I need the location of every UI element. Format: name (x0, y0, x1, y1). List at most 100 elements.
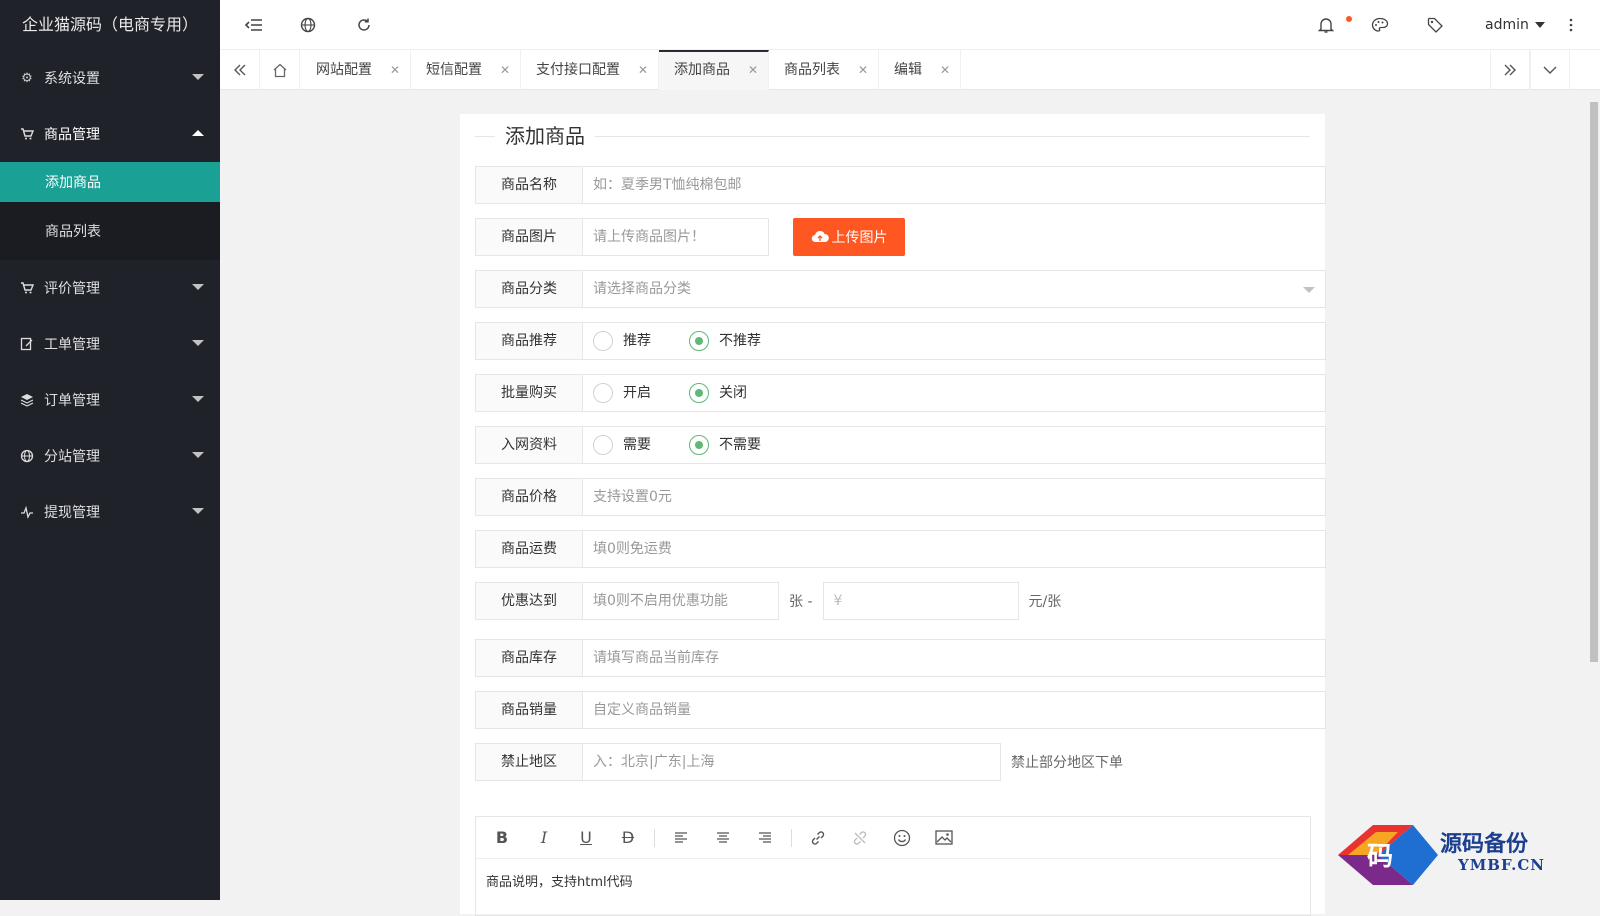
tabs-prev-icon[interactable] (220, 50, 260, 90)
radio-disable[interactable]: 关闭 (689, 375, 747, 411)
toolbar-divider (654, 829, 655, 847)
edit-icon (20, 337, 34, 351)
radio-required[interactable]: 需要 (593, 427, 651, 463)
radio-label: 开启 (623, 375, 651, 411)
stock-input[interactable]: 请填写商品当前库存 (583, 639, 1326, 677)
more-vertical-icon[interactable] (1561, 15, 1581, 35)
product-image-input[interactable]: 请上传商品图片！ (583, 218, 769, 256)
sidebar-item-substations[interactable]: 分站管理 (0, 428, 220, 484)
italic-icon[interactable]: I (528, 823, 560, 853)
tab-product-list[interactable]: 商品列表 ✕ (769, 50, 879, 90)
sidebar-item-system-settings[interactable]: ⚙ 系统设置 (0, 50, 220, 106)
tab-payment-config[interactable]: 支付接口配置 ✕ (521, 50, 659, 90)
user-menu[interactable]: admin (1485, 0, 1545, 50)
pulse-icon (20, 505, 34, 519)
sidebar-item-label: 提现管理 (44, 502, 100, 522)
globe-icon[interactable] (298, 15, 318, 35)
tab-sms-config[interactable]: 短信配置 ✕ (411, 50, 521, 90)
sidebar-item-tickets[interactable]: 工单管理 (0, 316, 220, 372)
tab-edit[interactable]: 编辑 ✕ (879, 50, 961, 90)
field-label: 商品推荐 (475, 322, 583, 360)
emoji-icon[interactable] (886, 823, 918, 853)
tabs-next-icon[interactable] (1490, 50, 1530, 90)
tab-site-config[interactable]: 网站配置 ✕ (301, 50, 411, 90)
strikethrough-icon[interactable]: D (612, 823, 644, 853)
align-right-icon[interactable] (749, 823, 781, 853)
close-icon[interactable]: ✕ (390, 50, 400, 90)
home-icon[interactable] (260, 50, 300, 90)
sidebar-item-withdrawals[interactable]: 提现管理 (0, 484, 220, 540)
close-icon[interactable]: ✕ (940, 50, 950, 90)
close-icon[interactable]: ✕ (858, 50, 868, 90)
field-recommend: 商品推荐 推荐 不推荐 (475, 322, 1326, 360)
tab-label: 添加商品 (674, 62, 730, 78)
close-icon[interactable]: ✕ (500, 50, 510, 90)
price-input[interactable]: 支持设置0元 (583, 478, 1326, 516)
radio-not-required[interactable]: 不需要 (689, 427, 761, 463)
radio-enable[interactable]: 开启 (593, 375, 651, 411)
watermark-glyph: 码 (1367, 842, 1393, 872)
image-icon[interactable] (928, 823, 960, 853)
field-label: 优惠达到 (475, 582, 583, 620)
field-label: 商品库存 (475, 639, 583, 677)
link-icon[interactable] (802, 823, 834, 853)
radio-circle (593, 383, 613, 403)
sidebar-submenu: 添加商品 商品列表 (0, 162, 220, 260)
sales-input[interactable]: 自定义商品销量 (583, 691, 1326, 729)
sidebar-subitem-add-product[interactable]: 添加商品 (0, 162, 220, 202)
bold-icon[interactable]: B (486, 823, 518, 853)
shipping-input[interactable]: 填0则免运费 (583, 530, 1326, 568)
radio-label: 不需要 (719, 427, 761, 463)
upload-button-label: 上传图片 (832, 227, 888, 247)
underline-icon[interactable]: U (570, 823, 602, 853)
tabs-dropdown-icon[interactable] (1530, 50, 1570, 90)
menu-fold-icon[interactable] (244, 15, 264, 35)
refresh-icon[interactable] (354, 15, 374, 35)
page-scrollbar[interactable] (1590, 102, 1598, 662)
field-label: 入网资料 (475, 426, 583, 464)
chevron-down-icon (192, 396, 204, 402)
radio-recommend[interactable]: 推荐 (593, 323, 651, 359)
caret-down-icon (1535, 22, 1545, 28)
radio-circle-checked (689, 383, 709, 403)
discount-quantity-input[interactable]: 填0则不启用优惠功能 (583, 582, 779, 620)
editor-toolbar: B I U D (476, 817, 1310, 859)
theme-palette-icon[interactable] (1370, 15, 1390, 35)
discount-price-input[interactable]: ¥ (823, 582, 1019, 620)
form-title: 添加商品 (495, 122, 595, 150)
recommend-radio-group: 推荐 不推荐 (583, 322, 1326, 360)
tab-add-product[interactable]: 添加商品 ✕ (659, 50, 769, 90)
close-icon[interactable]: ✕ (748, 52, 758, 88)
field-category: 商品分类 请选择商品分类 (475, 270, 1326, 308)
sidebar-item-reviews[interactable]: 评价管理 (0, 260, 220, 316)
upload-image-button[interactable]: 上传图片 (793, 218, 905, 256)
chevron-down-icon (192, 74, 204, 80)
bell-icon[interactable] (1316, 15, 1336, 35)
chevron-up-icon (192, 130, 204, 136)
rich-text-editor: B I U D (475, 816, 1311, 916)
close-icon[interactable]: ✕ (638, 50, 648, 90)
category-select[interactable]: 请选择商品分类 (583, 270, 1326, 308)
sidebar-item-label: 工单管理 (44, 334, 100, 354)
field-label: 商品图片 (475, 218, 583, 256)
align-center-icon[interactable] (707, 823, 739, 853)
form-legend: 添加商品 (475, 122, 1310, 152)
radio-label: 推荐 (623, 323, 651, 359)
field-label: 批量购买 (475, 374, 583, 412)
sidebar-item-orders[interactable]: 订单管理 (0, 372, 220, 428)
sidebar-subitem-product-list[interactable]: 商品列表 (0, 202, 220, 260)
align-left-icon[interactable] (665, 823, 697, 853)
sidebar: 企业猫源码（电商专用） ⚙ 系统设置 商品管理 添加商品 商品列表 评价管理 工… (0, 0, 220, 900)
sidebar-item-product-management[interactable]: 商品管理 (0, 106, 220, 162)
radio-not-recommend[interactable]: 不推荐 (689, 323, 761, 359)
field-label: 禁止地区 (475, 743, 583, 781)
editor-content[interactable]: 商品说明，支持html代码 (476, 859, 1310, 902)
banned-region-input[interactable]: 入：北京|广东|上海 (583, 743, 1001, 781)
product-name-input[interactable]: 如：夏季男T恤纯棉包邮 (583, 166, 1326, 204)
tag-icon[interactable] (1425, 15, 1445, 35)
field-label: 商品销量 (475, 691, 583, 729)
unlink-icon[interactable] (844, 823, 876, 853)
chevron-down-icon (192, 284, 204, 290)
cart-icon (20, 127, 34, 141)
globe-icon (20, 449, 34, 463)
